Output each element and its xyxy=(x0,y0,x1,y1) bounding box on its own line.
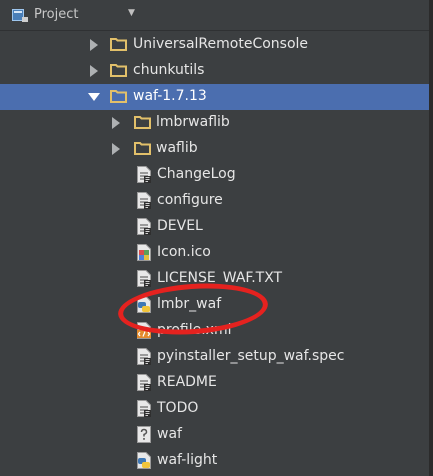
tree-row-label: chunkutils xyxy=(133,62,205,78)
tree-row-label: README xyxy=(157,374,217,390)
tree-row-label: waflib xyxy=(156,140,198,156)
unknown-file-icon xyxy=(137,426,153,444)
tree-row-waf-light[interactable]: waf-light xyxy=(0,448,429,474)
text-file-icon xyxy=(137,192,153,210)
tree-row-label: configure xyxy=(157,192,223,208)
image-file-icon xyxy=(137,244,153,262)
folder-icon xyxy=(134,140,151,158)
tree-row-label: waf-light xyxy=(157,452,218,468)
tree-row-waf[interactable]: waf xyxy=(0,422,429,448)
python-file-icon xyxy=(137,452,153,470)
text-file-icon xyxy=(137,374,153,392)
folder-icon xyxy=(110,62,127,80)
tree-row-universalremoteconsole[interactable]: UniversalRemoteConsole xyxy=(0,32,429,58)
tree-row-label: ChangeLog xyxy=(157,166,236,182)
tree-row-label: Icon.ico xyxy=(157,244,211,260)
tree-row-label: TODO xyxy=(157,400,199,416)
tree-row-changelog[interactable]: ChangeLog xyxy=(0,162,429,188)
tree-row-waflib[interactable]: waflib xyxy=(0,136,429,162)
tree-row-readme[interactable]: README xyxy=(0,370,429,396)
collapsed-arrow-icon[interactable] xyxy=(90,39,98,51)
collapsed-arrow-icon[interactable] xyxy=(112,117,120,129)
text-file-icon xyxy=(137,166,153,184)
collapsed-arrow-icon[interactable] xyxy=(90,65,98,77)
folder-icon xyxy=(110,88,127,106)
project-view-dropdown-icon[interactable]: ▼ xyxy=(128,8,135,18)
tree-row-devel[interactable]: DEVEL xyxy=(0,214,429,240)
tree-row-label: UniversalRemoteConsole xyxy=(133,36,309,52)
tree-row-waf-1-7-13[interactable]: waf-1.7.13 xyxy=(0,84,429,110)
tree-row-label: lmbrwaflib xyxy=(156,114,230,130)
folder-icon xyxy=(134,114,151,132)
text-file-icon xyxy=(137,218,153,236)
tree-row-chunkutils[interactable]: chunkutils xyxy=(0,58,429,84)
tree-row-configure[interactable]: configure xyxy=(0,188,429,214)
text-file-icon xyxy=(137,348,153,366)
tree-row-todo[interactable]: TODO xyxy=(0,396,429,422)
tree-row-icon-ico[interactable]: Icon.ico xyxy=(0,240,429,266)
tree-row-label: DEVEL xyxy=(157,218,203,234)
text-file-icon xyxy=(137,270,153,288)
tree-row-label: waf xyxy=(157,426,182,442)
folder-icon xyxy=(110,36,127,54)
tree-row-label: pyinstaller_setup_waf.spec xyxy=(157,348,345,364)
collapsed-arrow-icon[interactable] xyxy=(112,143,120,155)
tree-row-pyinstaller-setup-waf-spec[interactable]: pyinstaller_setup_waf.spec xyxy=(0,344,429,370)
text-file-icon xyxy=(137,400,153,418)
tree-row-label: waf-1.7.13 xyxy=(133,88,207,104)
expanded-arrow-icon[interactable] xyxy=(88,93,100,101)
project-view-title[interactable]: Project xyxy=(34,7,78,22)
project-toolbar: Project ▼ xyxy=(0,0,433,31)
project-view-icon xyxy=(12,9,28,26)
panel-edge xyxy=(429,0,433,476)
tree-row-lmbrwaflib[interactable]: lmbrwaflib xyxy=(0,110,429,136)
